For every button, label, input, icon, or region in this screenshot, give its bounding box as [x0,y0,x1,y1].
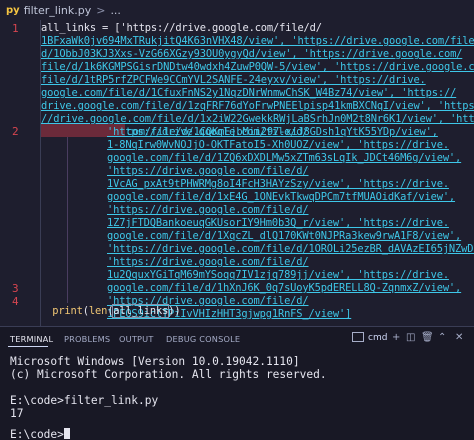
code-area[interactable]: all_links = ['https://drive.google.com/f… [40,20,474,326]
code-line-1-wrap: 1BFxaWk0jv694MxTRukjitQ4K63nVHX48/view',… [41,35,474,47]
terminal-line: 17 [10,407,24,420]
code-line-2: 'https://drive.google.com/file/d/ [107,126,309,138]
terminal-line: Microsoft Windows [Version 10.0.19042.11… [10,355,300,368]
tab-output[interactable]: OUTPUT [119,334,154,344]
split-icon[interactable]: ◫ [406,332,415,343]
close-icon[interactable]: ✕ [455,332,463,343]
terminal-prompt[interactable]: E:\code> [10,428,70,440]
line-number: 4 [12,295,19,308]
indent-guide [67,127,68,303]
active-tab-indicator [8,346,48,347]
code-line-2-wrap: 1VcAG_pxAt9tPHWRMg8oI4FcH3HAYzSzy/view',… [107,178,449,190]
code-line-2-wrap: 1u2QquxYGiTqM69mYSoqq7IV1zjq789jj/view',… [107,269,449,281]
line-number-gutter: 1 2 3 4 [0,20,30,326]
terminal-line: E:\code>filter_link.py [10,394,159,407]
code-editor[interactable]: 1 2 3 4 all_links = ['https://drive.goog… [0,20,474,326]
code-line-5: print(len(all_links)) [52,304,181,319]
bottom-panel: TERMINAL PROBLEMS OUTPUT DEBUG CONSOLE c… [0,326,474,440]
code-line-1-wrap: file/d/1k6KGMPSGisrDNDtw40wdxh4ZuwP0QW-5… [41,61,474,73]
breadcrumb-separator: > [96,3,106,17]
breadcrumb-more[interactable]: ... [110,4,121,17]
code-line-1: all_links = ['https://drive.google.com/f… [41,22,322,34]
terminal-cursor [63,428,70,439]
chevron-up-icon[interactable]: ⌃ [438,332,446,343]
tab-terminal[interactable]: TERMINAL [10,334,53,344]
line-number: 3 [12,282,19,295]
terminal-output[interactable]: Microsoft Windows [Version 10.0.19042.11… [10,355,327,440]
code-line-2-wrap: 'https://drive.google.com/file/d/ [107,165,309,177]
shell-selector[interactable]: cmd [368,333,387,343]
code-line-2-wrap: google.com/file/d/1XqcZL_dlQ170KWt0NJPRa… [107,230,462,242]
trash-icon[interactable]: 🗑 [421,332,434,343]
python-file-icon: py [6,4,20,16]
terminal-line: (c) Microsoft Corporation. All rights re… [10,368,327,381]
code-line-2-wrap: google.com/file/d/1ZQ6xDXDLMw5xZTm63sLqI… [107,152,462,164]
breadcrumb-file[interactable]: filter_link.py [24,4,92,17]
breadcrumb: py filter_link.py > ... [0,0,474,20]
tab-debug-console[interactable]: DEBUG CONSOLE [166,334,240,344]
code-line-1-wrap: file/d/1tRP5rfZPCFWe9CCmYVL2SANFE-24eyxv… [41,74,426,86]
line-number: 2 [12,125,19,138]
code-line-2-wrap: 1-8NqIrw0WvNOJjO-OKTFatoI5-Xh0UOZ/view',… [107,139,449,151]
line-number: 1 [12,22,19,35]
code-line-2-wrap: google.com/file/d/1xE4G_1ONEvkTkwqDPCm7t… [107,191,456,203]
code-line-2-wrap: 'https://drive.google.com/file/d/1OROLi2… [107,243,474,255]
code-line-2-wrap: 'https://drive.google.com/file/d/ [107,256,309,268]
tab-problems[interactable]: PROBLEMS [64,334,110,344]
plus-icon[interactable]: + [392,332,400,343]
code-line-1-wrap: google.com/file/d/1CfuxFnNS2y1NqzDNrWnmw… [41,87,457,99]
code-line-1-wrap: d/1ObbJ03KJ3Xxs-VzG66XGzy93OU0ygyQd/view… [41,48,463,60]
code-line-2-wrap: 'https://drive.google.com/file/d/ [107,204,309,216]
code-line-2-wrap: 1Z7jFTDQBankoeuqGKUsorIY9Hm0b3Q_r/view',… [107,217,449,229]
panel-tabs: TERMINAL PROBLEMS OUTPUT DEBUG CONSOLE c… [0,327,474,349]
terminal-icon [352,332,364,342]
code-line-1-wrap: drive.google.com/file/d/1zqFRF76dYoFrwPN… [41,100,474,112]
